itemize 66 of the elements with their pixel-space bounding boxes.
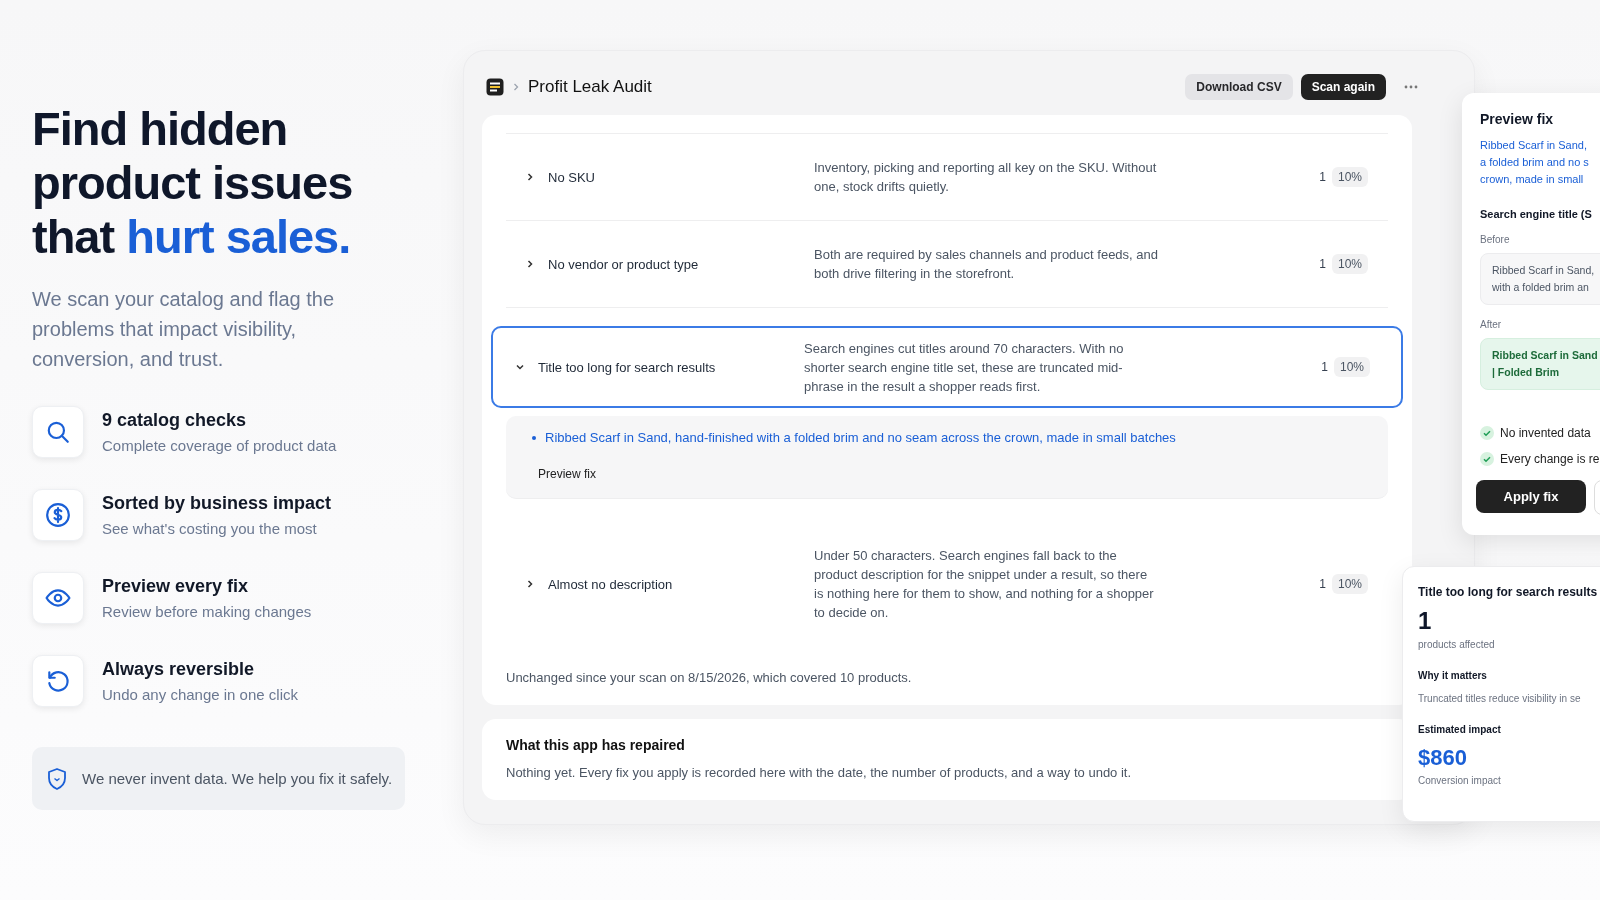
share-badge: 10% xyxy=(1331,167,1368,187)
count-label: products affected xyxy=(1418,639,1496,650)
assurance-text: Every change is re xyxy=(1500,452,1600,466)
check-title: No vendor or product type xyxy=(548,256,700,272)
more-icon[interactable] xyxy=(1404,85,1418,89)
why-label: Why it matters xyxy=(1418,670,1488,681)
share-badge: 10% xyxy=(1333,357,1370,377)
subtitle: We scan your catalog and flag the problems that impact visibility, conversion, and trust. xyxy=(32,287,336,372)
before-value: Ribbed Scarf in Sand, with a folded brim an xyxy=(1480,253,1600,305)
affected-count: 1 xyxy=(1418,607,1433,635)
panel-title: Preview fix xyxy=(1480,111,1555,127)
card-title: Title too long for search results xyxy=(1418,585,1599,599)
feature-title: 9 catalog checks xyxy=(102,410,248,431)
check-row[interactable]: No SKU Inventory, picking and reporting all key on the SKU. Without one, stock drifts quietly. 1 10% xyxy=(506,134,1388,221)
check-title: Title too long for search results xyxy=(538,359,717,375)
section-title: What this app has repaired xyxy=(506,737,686,753)
feature-title: Preview every fix xyxy=(102,576,250,597)
impact-value: $860 xyxy=(1418,745,1468,771)
bullet-dot xyxy=(532,435,536,440)
affected-count: 1 xyxy=(1319,170,1326,184)
apply-fix-button[interactable]: Apply fix xyxy=(1476,480,1586,513)
scan-button[interactable]: Scan again xyxy=(1300,74,1386,100)
feature-subtitle: Review before making changes xyxy=(102,603,312,620)
preview-fix-button[interactable]: Preview fix xyxy=(538,467,596,481)
affected-count: 1 xyxy=(1321,360,1328,374)
product-link[interactable]: Ribbed Scarf in Sand, a folded brim and no s crown, made in small xyxy=(1480,137,1600,188)
feature-title: Always reversible xyxy=(102,659,256,680)
product-link[interactable]: Ribbed Scarf in Sand, hand-finished with a folded brim and no seam across the crown, made in small batches xyxy=(545,430,1176,445)
share-badge: 10% xyxy=(1331,254,1368,274)
headline: Find hidden product issues that hurt sales. xyxy=(32,102,354,264)
check-description: Under 50 characters. Search engines fall back to the product description for the snippet under a result, so there is nothing here for them to show, and nothing for a shopper to decide on. xyxy=(814,547,1155,622)
before-label: Before xyxy=(1480,234,1511,245)
feature-subtitle: Complete coverage of product data xyxy=(102,437,337,454)
app-logo-icon xyxy=(486,78,504,96)
download-button[interactable]: Download CSV xyxy=(1185,74,1293,100)
check-description: Search engines cut titles around 70 characters. With no shorter search engine title set, these are truncated mid-phrase in the result a shopper reads first. xyxy=(804,339,1125,396)
affected-count: 1 xyxy=(1319,257,1326,271)
feature-subtitle: See what's costing you the most xyxy=(102,520,318,537)
affected-count: 1 xyxy=(1319,577,1326,591)
check-description: Inventory, picking and reporting all key on the SKU. Without one, stock drifts quietly. xyxy=(814,159,1158,196)
check-row[interactable]: No vendor or product type Both are required by sales channels and product feeds, and both drive filtering in the storefront. 1 10% xyxy=(506,221,1388,308)
impact-label: Estimated impact xyxy=(1418,724,1502,735)
after-value: Ribbed Scarf in Sand | Folded Brim xyxy=(1480,338,1600,390)
check-row[interactable]: Title too long for search results Search engines cut titles around 70 characters. With no shorter search engine title set, these are truncated mid-phrase in the result a shopper reads first. 1 10% xyxy=(491,326,1403,408)
feature-subtitle: Undo any change in one click xyxy=(102,686,298,703)
feature-title: Sorted by business impact xyxy=(102,493,332,514)
note-text: We never invent data. We help you fix it safely. xyxy=(82,770,393,787)
dollar-icon xyxy=(45,502,71,528)
shield-icon xyxy=(46,766,68,791)
check-icon xyxy=(1480,426,1494,440)
share-badge: 10% xyxy=(1331,574,1368,594)
check-description: Both are required by sales channels and product feeds, and both drive filtering in the storefront. xyxy=(814,246,1159,283)
breadcrumb-chevron-icon xyxy=(512,82,520,92)
impact-note: Conversion impact xyxy=(1418,775,1502,786)
section-text: Nothing yet. Every fix you apply is recorded here with the date, the number of products, and a way to undo it. xyxy=(506,765,1133,780)
assurance-text: No invented data xyxy=(1500,426,1591,440)
scan-note: Unchanged since your scan on 8/15/2026, which covered 10 products. xyxy=(506,670,912,685)
why-text: Truncated titles reduce visibility in se xyxy=(1418,693,1582,704)
field-name: Search engine title (S xyxy=(1480,208,1593,220)
undo-icon xyxy=(45,668,71,694)
after-label: After xyxy=(1480,319,1503,330)
check-title: Almost no description xyxy=(548,576,674,592)
check-icon xyxy=(1480,452,1494,466)
page-title: Profit Leak Audit xyxy=(528,77,652,97)
check-title: No SKU xyxy=(548,169,596,185)
search-icon xyxy=(45,419,71,445)
